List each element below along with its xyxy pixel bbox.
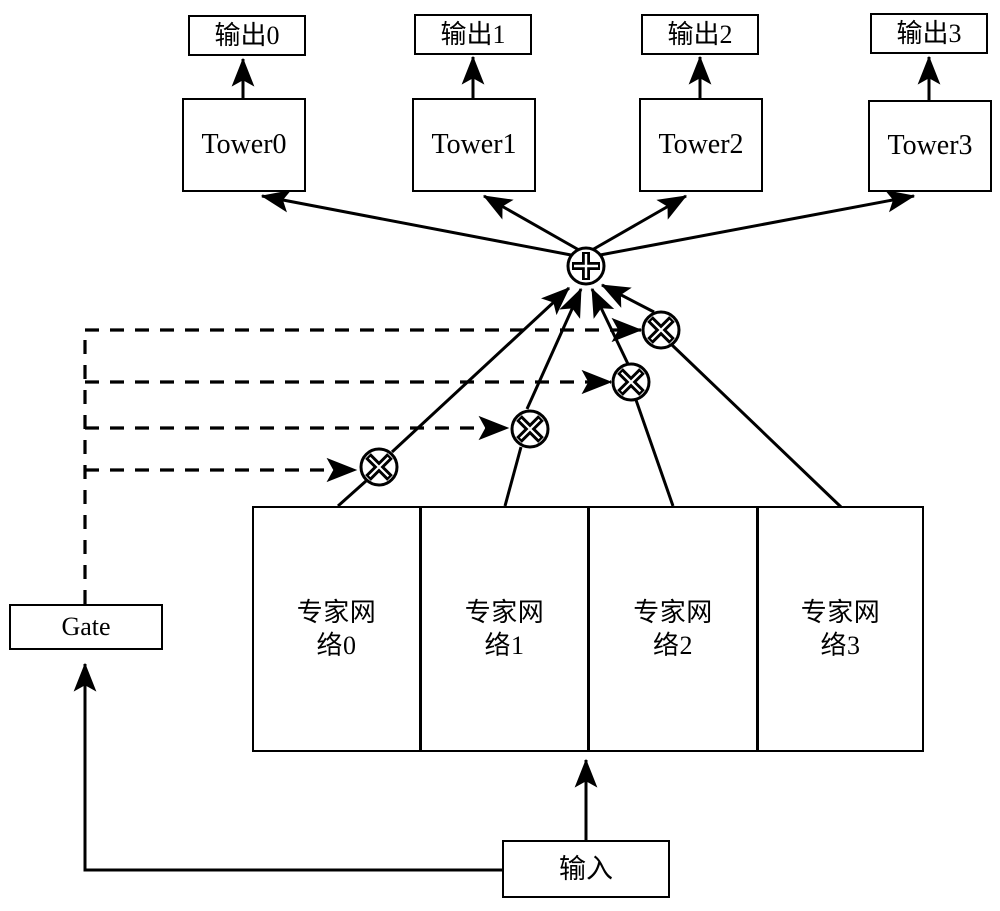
output-label-0: 输出0 [214,20,280,50]
multiply-operator-icon-3[interactable] [636,305,686,355]
expert-to-multiply-edges [337,343,843,509]
expert-network-label-3-line2: 络3 [820,631,861,660]
output-box-1[interactable]: 输出1 [414,14,532,55]
tower-box-1[interactable]: Tower1 [412,98,536,192]
gate-box[interactable]: Gate [9,604,163,650]
expert-network-box-3[interactable]: 专家网 络3 [757,506,924,752]
tower-box-3[interactable]: Tower3 [868,100,992,192]
output-box-3[interactable]: 输出3 [870,13,988,54]
output-label-3: 输出3 [896,18,962,48]
input-label: 输入 [559,853,613,884]
expert-network-label-1-line2: 络1 [484,631,525,660]
gate-label: Gate [61,612,111,642]
expert-network-label-1: 专家网 络1 [465,596,545,663]
expert-network-box-0[interactable]: 专家网 络0 [252,506,421,752]
tower-label-1: Tower1 [431,129,517,161]
expert-network-label-0-line2: 络0 [316,631,357,660]
output-box-0[interactable]: 输出0 [188,15,306,56]
output-label-2: 输出2 [667,19,733,49]
expert-network-label-0: 专家网 络0 [297,596,377,663]
tower-to-output-edges [231,55,941,100]
tower-label-0: Tower0 [201,129,287,161]
tower-box-0[interactable]: Tower0 [182,98,306,192]
expert-network-label-3: 专家网 络3 [801,596,881,663]
tower-box-2[interactable]: Tower2 [639,98,763,192]
output-box-2[interactable]: 输出2 [641,14,759,55]
multiply-operator-icon-2[interactable] [606,357,656,407]
expert-network-label-0-line1: 专家网 [296,597,377,627]
multiply-operator-icon-1[interactable] [505,404,555,454]
diagram-canvas: 输出0 输出1 输出2 输出3 Tower0 Tower1 Tower2 Tow… [0,0,1000,911]
expert-network-box-1[interactable]: 专家网 络1 [420,506,589,752]
sum-operator-icon[interactable] [561,241,611,291]
tower-label-3: Tower3 [887,130,973,162]
expert-network-box-2[interactable]: 专家网 络2 [588,506,758,752]
expert-network-label-2-line2: 络2 [652,631,693,660]
expert-network-label-2: 专家网 络2 [633,596,713,663]
input-box[interactable]: 输入 [502,840,670,898]
output-label-1: 输出1 [440,19,506,49]
expert-network-label-3-line1: 专家网 [800,597,881,627]
expert-network-label-1-line1: 专家网 [464,597,545,627]
tower-label-2: Tower2 [658,129,744,161]
expert-network-label-2-line1: 专家网 [633,597,713,627]
multiply-operator-icon-0[interactable] [354,442,404,492]
